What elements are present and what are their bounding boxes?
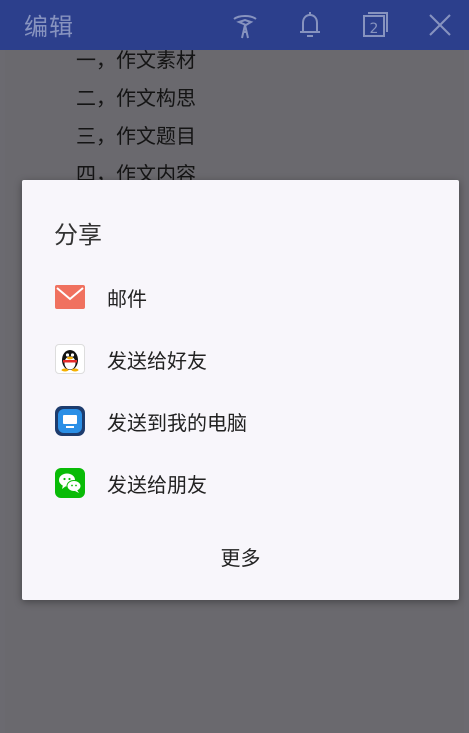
close-button[interactable]	[423, 8, 457, 42]
computer-icon	[55, 406, 85, 436]
tabs-button[interactable]: 2	[358, 8, 392, 42]
share-option-wechat-friend[interactable]: 发送给朋友	[22, 453, 459, 513]
document-line: 一，作文素材	[76, 48, 196, 72]
share-option-label: 发送到我的电脑	[107, 411, 247, 435]
bell-icon	[300, 12, 320, 37]
share-dialog: 分享 邮件 发送给好友 发送到我的电脑 发送给朋友 更多	[22, 180, 459, 600]
share-option-qq-friend[interactable]: 发送给好友	[22, 329, 459, 389]
broadcast-button[interactable]	[228, 8, 262, 42]
dialog-title: 分享	[54, 221, 102, 249]
page-title: 编辑	[24, 13, 74, 41]
close-icon	[429, 14, 451, 36]
wechat-icon	[55, 468, 85, 498]
more-button[interactable]: 更多	[22, 542, 459, 571]
document-line: 二，作文构思	[76, 86, 196, 110]
share-option-label: 发送给朋友	[107, 473, 207, 497]
tabs-icon: 2	[363, 12, 388, 37]
document-line: 三，作文题目	[76, 124, 196, 148]
share-option-label: 邮件	[107, 287, 147, 311]
tab-count: 2	[370, 21, 379, 37]
notification-button[interactable]	[293, 8, 327, 42]
share-option-label: 发送给好友	[107, 349, 207, 373]
mail-icon	[55, 282, 85, 312]
share-option-my-computer[interactable]: 发送到我的电脑	[22, 391, 459, 451]
share-option-mail[interactable]: 邮件	[22, 267, 459, 327]
broadcast-icon	[233, 15, 257, 39]
qq-icon	[55, 344, 85, 374]
app-bar: 编辑 2	[0, 0, 469, 50]
